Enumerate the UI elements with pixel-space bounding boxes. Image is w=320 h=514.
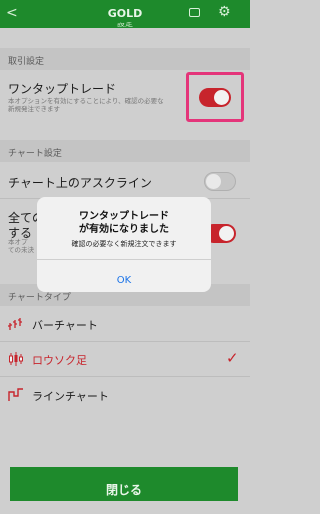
toggle-knob xyxy=(219,226,234,241)
ask-line-title: チャート上のアスクライン xyxy=(8,176,152,190)
ask-line-toggle[interactable] xyxy=(204,172,236,191)
chart-type-bar[interactable]: バーチャート xyxy=(0,307,250,341)
dialog-ok-button[interactable]: OK xyxy=(37,260,211,292)
page-title: GOLD xyxy=(107,7,143,20)
all-orders-desc-line2: ての未決 xyxy=(8,246,34,254)
gear-icon[interactable]: ⚙ xyxy=(218,4,231,20)
all-orders-desc-line1: 本オプ xyxy=(8,238,28,246)
section-header-trade: 取引設定 xyxy=(0,48,250,70)
alert-dialog: ワンタップトレード が有効になりました 確認の必要なく新規注文できます OK xyxy=(37,197,211,292)
close-button[interactable]: 閉じる xyxy=(10,467,238,501)
chart-type-line[interactable]: ラインチャート xyxy=(0,378,250,412)
one-tap-trade-desc-line2: 新規発注できます xyxy=(8,105,60,113)
bar-chart-icon xyxy=(8,318,22,330)
top-bar: < GOLD ⚙ 設定 xyxy=(0,0,250,28)
dialog-message: 確認の必要なく新規注文できます xyxy=(71,240,177,248)
line-chart-icon xyxy=(8,388,23,401)
checkmark-icon: ✓ xyxy=(226,349,239,367)
dialog-title-line2: が有効になりました xyxy=(79,224,169,235)
one-tap-trade-title: ワンタップトレード xyxy=(8,82,117,96)
one-tap-trade-desc-line1: 本オプションを有効にすることにより、確認の必要な xyxy=(8,97,164,105)
chart-type-label: バーチャート xyxy=(32,319,98,332)
chart-type-label: ロウソク足 xyxy=(32,354,87,367)
page-subtitle: 設定 xyxy=(117,22,133,28)
chart-type-label: ラインチャート xyxy=(32,390,109,403)
highlight-frame xyxy=(186,72,244,122)
dialog-title-line1: ワンタップトレード xyxy=(79,211,169,222)
divider xyxy=(0,376,250,377)
candlestick-icon xyxy=(9,352,23,366)
wallet-icon[interactable] xyxy=(189,8,200,17)
dialog-title: ワンタップトレード が有効になりました xyxy=(37,210,211,236)
toggle-knob xyxy=(206,174,221,189)
chart-type-candlestick[interactable]: ロウソク足 ✓ xyxy=(0,342,250,376)
section-header-chart: チャート設定 xyxy=(0,140,250,162)
